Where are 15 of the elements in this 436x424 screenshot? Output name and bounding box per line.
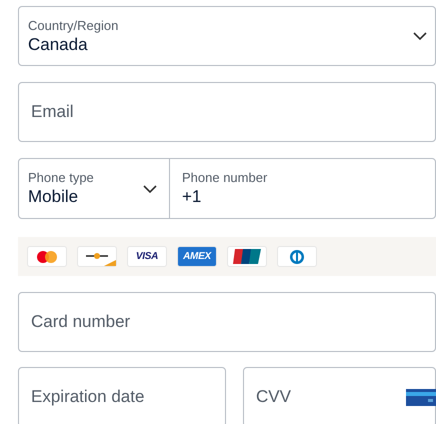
email-field[interactable]: Email <box>18 82 436 142</box>
country-label: Country/Region <box>28 18 118 34</box>
maestro-icon <box>77 246 117 267</box>
unionpay-icon <box>227 246 267 267</box>
country-select[interactable]: Country/Region Canada <box>18 6 436 66</box>
visa-logo: VISA <box>127 246 167 267</box>
card-back-icon <box>406 389 436 406</box>
country-value: Canada <box>28 34 89 54</box>
amex-logo: AMEX <box>177 246 217 267</box>
expiration-date-field[interactable]: Expiration date <box>18 367 226 424</box>
chevron-down-icon <box>413 32 427 40</box>
diners-icon <box>277 246 317 267</box>
mastercard-icon <box>27 246 67 267</box>
cvv-field[interactable]: CVV <box>243 367 436 424</box>
card-number-field[interactable]: Card number <box>18 292 436 352</box>
